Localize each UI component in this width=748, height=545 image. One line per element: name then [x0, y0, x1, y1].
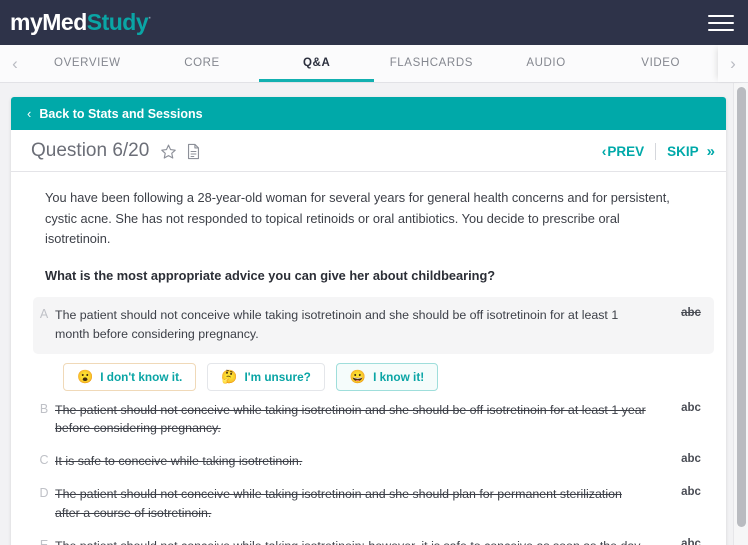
emoji-icon: 😀	[349, 369, 367, 385]
answer-letter: B	[39, 401, 49, 416]
tab-audio[interactable]: AUDIO	[489, 45, 604, 82]
tab-bar: ‹ OVERVIEW CORE Q&A FLASHCARDS AUDIO VIDEO ›	[0, 45, 748, 83]
answer-text[interactable]: The patient should not conceive while ta…	[55, 401, 668, 439]
tab-video[interactable]: VIDEO	[603, 45, 718, 82]
note-document-icon[interactable]	[186, 143, 201, 160]
answer-text[interactable]: The patient should not conceive while ta…	[55, 306, 668, 344]
answer-text[interactable]: The patient should not conceive while ta…	[55, 485, 668, 523]
answer-option-d[interactable]: D The patient should not conceive while t…	[33, 477, 714, 529]
confidence-button-unsure[interactable]: 🤔 I'm unsure?	[207, 362, 325, 391]
chevron-left-icon: ‹	[601, 143, 607, 159]
back-to-stats-banner[interactable]: ‹ Back to Stats and Sessions	[11, 97, 726, 130]
answer-letter: C	[39, 453, 49, 468]
page-title: Question 6/20	[31, 140, 150, 161]
tabs-scroll-left-icon[interactable]: ‹	[0, 45, 30, 82]
tab-flashcards[interactable]: FLASHCARDS	[374, 45, 489, 82]
question-card: ‹ Back to Stats and Sessions Question 6/…	[11, 97, 726, 545]
emoji-icon: 😮	[77, 369, 94, 385]
skip-label: SKIP	[667, 143, 699, 159]
logo-text-primary: myMed	[10, 9, 87, 35]
app-logo[interactable]: myMedStudy·	[10, 9, 152, 35]
answer-list: A The patient should not conceive while t…	[11, 287, 726, 545]
confidence-button-label: I don't know it.	[100, 369, 183, 384]
app-root: myMedStudy· ‹ OVERVIEW CORE Q&A FLASHCARDS A…	[0, 0, 748, 545]
answer-letter: E	[39, 537, 49, 545]
logo-text-accent: Study	[86, 9, 149, 35]
chevron-left-icon: ‹	[27, 106, 32, 121]
hamburger-line	[708, 14, 734, 17]
stem-prompt: What is the most appropriate advice you …	[45, 268, 496, 284]
confidence-button-dont[interactable]: 😮 I don't know it.	[63, 362, 197, 391]
question-header: Question 6/20 ‹ PREV SKIP »	[11, 130, 726, 172]
question-actions	[160, 143, 201, 160]
vertical-scrollbar[interactable]	[733, 83, 748, 545]
logo-dot: ·	[148, 12, 152, 25]
stem-paragraph: You have been following a 28-year-old wo…	[45, 190, 670, 247]
confidence-button-group: 😮 I don't know it. 🤔 I'm unsure? 😀 I know it!	[33, 354, 714, 393]
question-navigation: ‹ PREV SKIP »	[602, 142, 716, 160]
prev-question-button[interactable]: ‹ PREV	[602, 143, 644, 159]
answer-letter: D	[39, 486, 49, 501]
answer-text[interactable]: The patient should not conceive while ta…	[55, 537, 668, 545]
skip-question-button[interactable]: SKIP »	[667, 142, 716, 160]
tabs-scroll-right-icon[interactable]: ›	[718, 45, 748, 82]
top-bar: myMedStudy·	[0, 0, 748, 45]
confidence-button-label: I'm unsure?	[244, 369, 311, 384]
tab-list: OVERVIEW CORE Q&A FLASHCARDS AUDIO VIDEO	[30, 45, 718, 82]
star-outline-icon[interactable]	[160, 143, 177, 160]
nav-divider	[655, 142, 657, 160]
double-chevron-right-icon: »	[706, 142, 716, 160]
answer-option-a[interactable]: A The patient should not conceive while t…	[33, 296, 714, 354]
tab-overview[interactable]: OVERVIEW	[30, 45, 145, 82]
back-to-stats-label: Back to Stats and Sessions	[39, 106, 203, 121]
hamburger-line	[708, 21, 734, 24]
question-stem: You have been following a 28-year-old wo…	[11, 172, 726, 287]
strikethrough-toggle[interactable]: abc	[668, 401, 714, 414]
answer-text[interactable]: It is safe to conceive while taking isot…	[55, 452, 668, 471]
content-scroll-area: ‹ Back to Stats and Sessions Question 6/…	[0, 83, 748, 545]
answer-option-b[interactable]: B The patient should not conceive while t…	[33, 393, 714, 445]
hamburger-line	[708, 28, 734, 31]
scrollbar-thumb[interactable]	[737, 87, 746, 527]
strikethrough-toggle[interactable]: abc	[668, 452, 714, 465]
strikethrough-toggle[interactable]: abc	[668, 485, 714, 498]
tab-q-a[interactable]: Q&A	[259, 45, 375, 82]
strikethrough-toggle[interactable]: abc	[668, 306, 714, 319]
answer-option-e[interactable]: E The patient should not conceive while t…	[33, 529, 714, 545]
tab-core[interactable]: CORE	[145, 45, 260, 82]
strikethrough-toggle[interactable]: abc	[668, 537, 714, 545]
confidence-button-label: I know it!	[373, 369, 425, 384]
hamburger-menu-icon[interactable]	[708, 14, 734, 32]
emoji-icon: 🤔	[221, 369, 238, 385]
answer-option-c[interactable]: C It is safe to conceive while taking iso…	[33, 444, 714, 477]
confidence-button-know[interactable]: 😀 I know it!	[335, 362, 439, 391]
answer-letter: A	[39, 306, 49, 321]
prev-label: PREV	[607, 143, 645, 159]
